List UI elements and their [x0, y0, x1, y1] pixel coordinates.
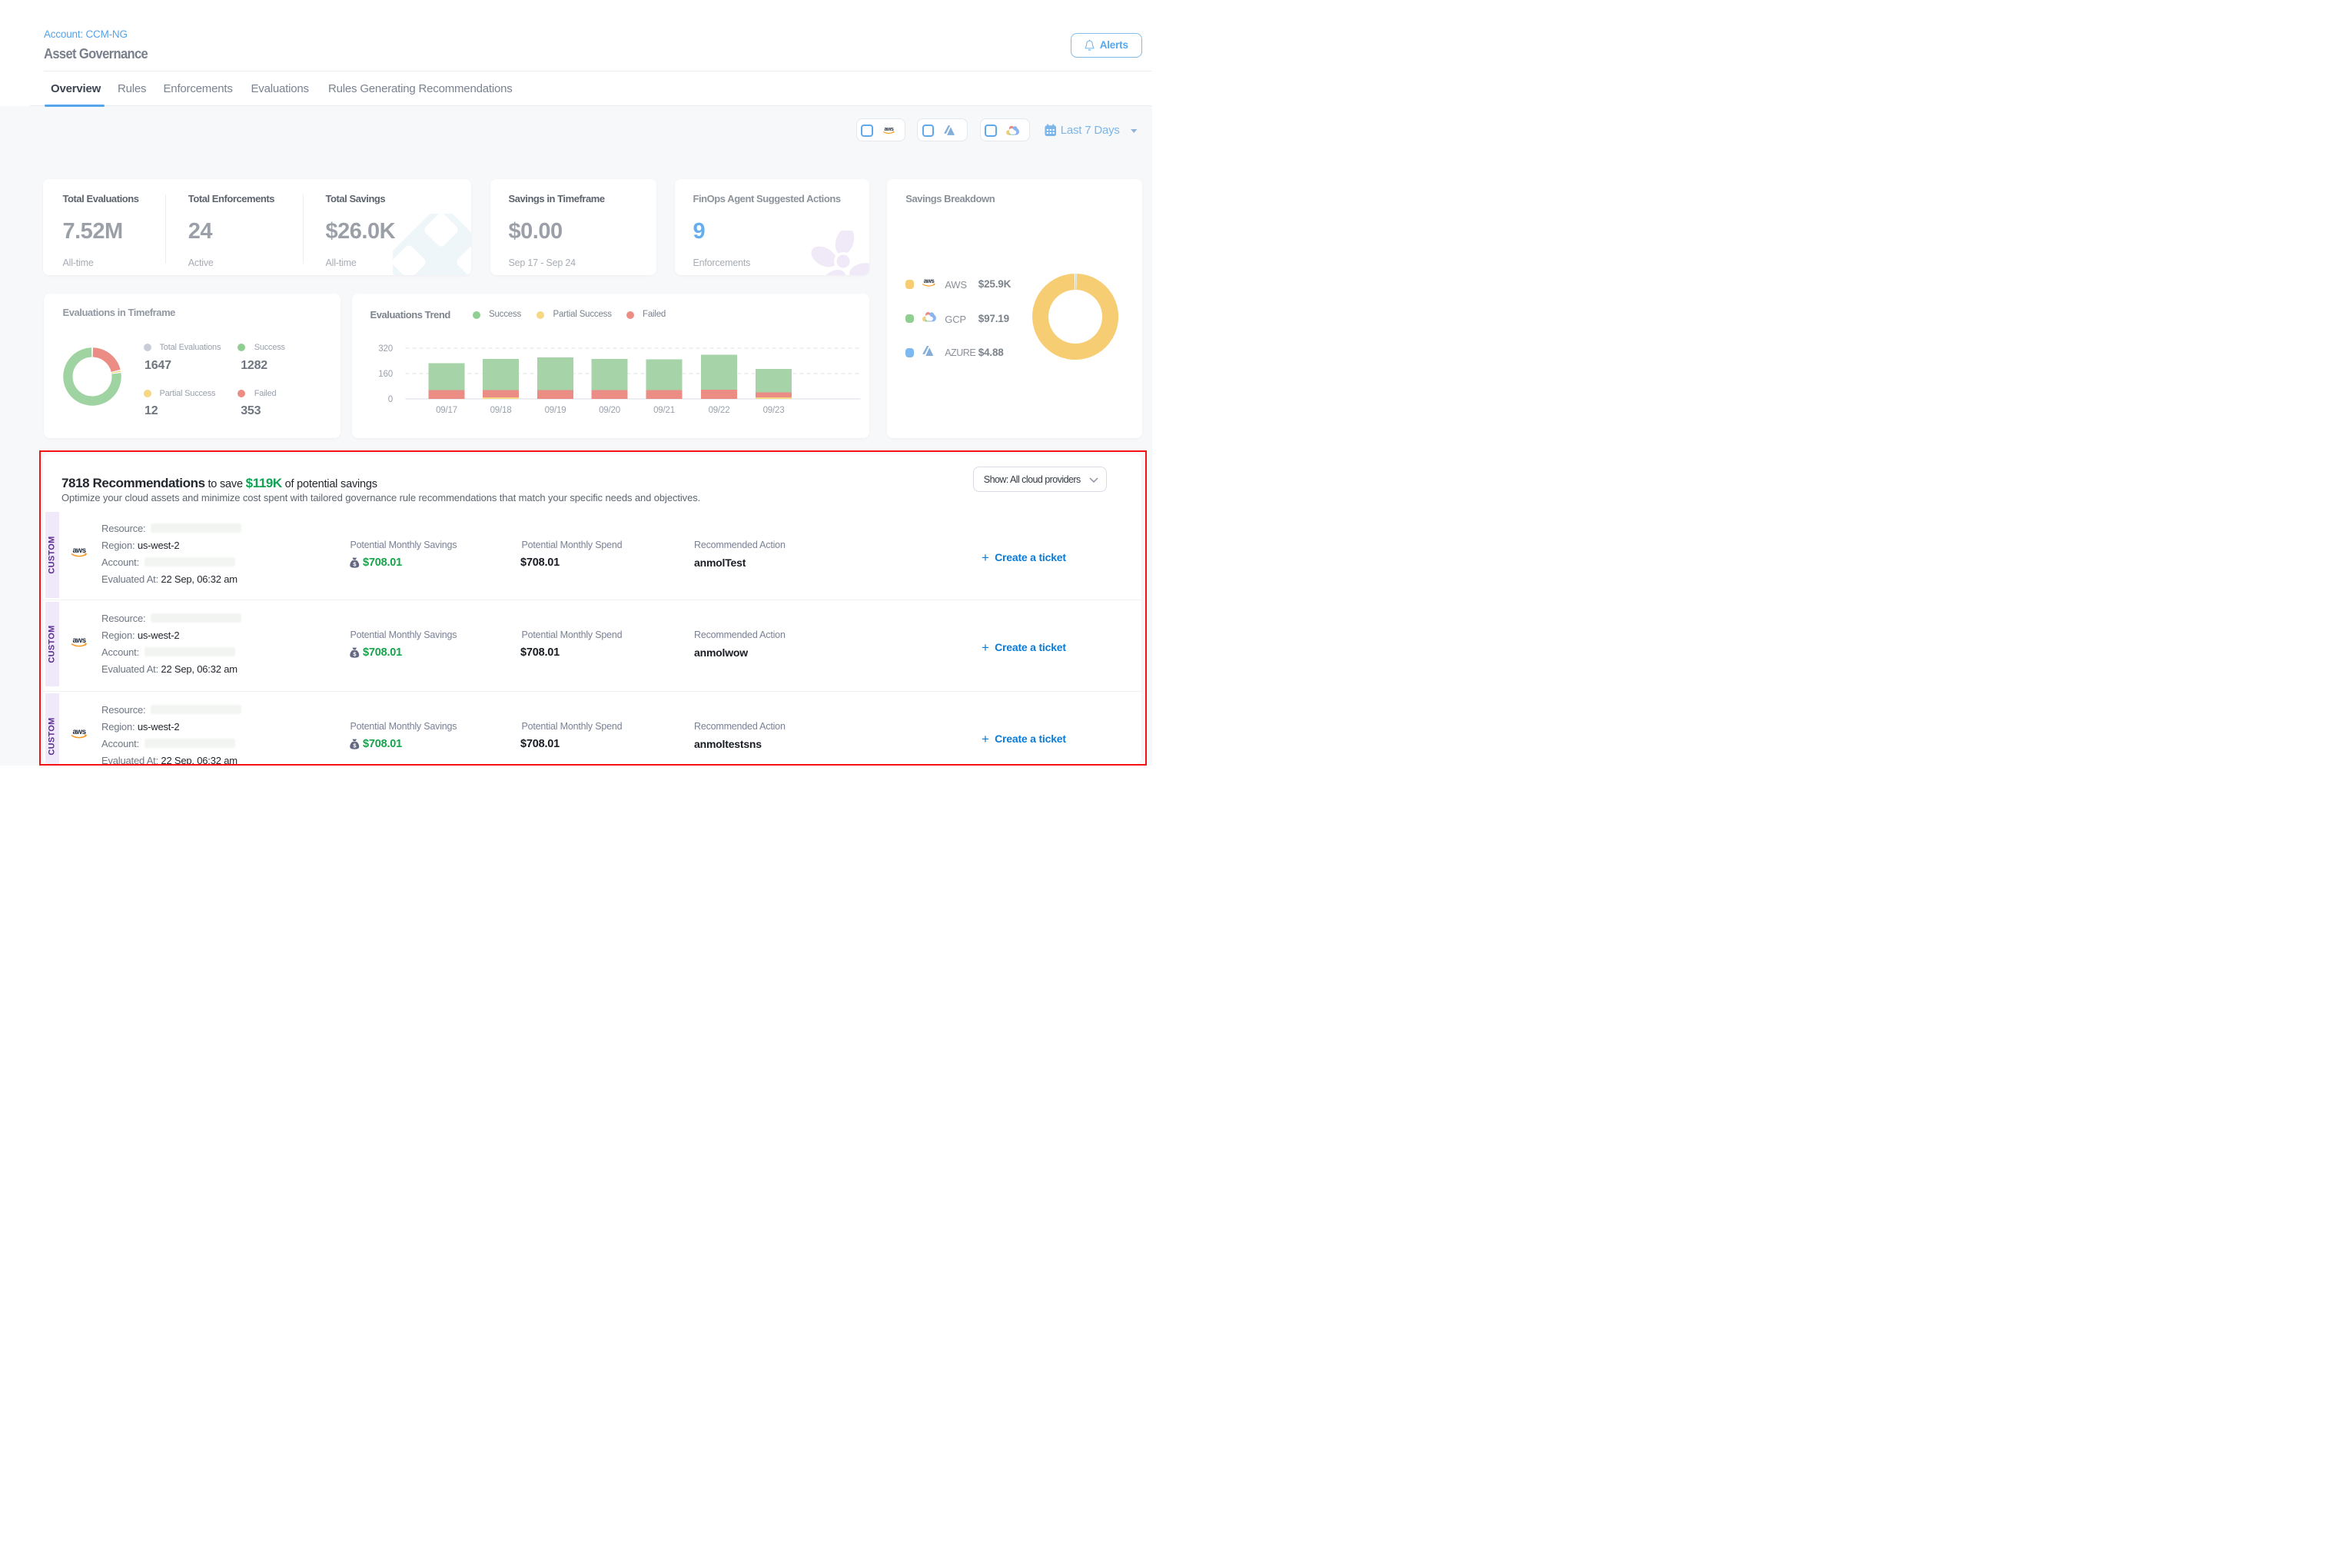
svg-text:09/23: 09/23 — [762, 406, 784, 415]
svg-text:09/17: 09/17 — [436, 406, 457, 415]
svg-text:160: 160 — [378, 370, 393, 379]
svg-text:aws: aws — [923, 277, 935, 284]
svg-text:09/19: 09/19 — [544, 406, 566, 415]
svg-text:aws: aws — [884, 127, 894, 132]
svg-text:09/21: 09/21 — [653, 406, 675, 415]
svg-text:09/22: 09/22 — [708, 406, 729, 415]
svg-text:320: 320 — [378, 344, 393, 354]
svg-text:09/18: 09/18 — [490, 406, 511, 415]
svg-text:09/20: 09/20 — [599, 406, 620, 415]
svg-text:0: 0 — [387, 395, 392, 404]
